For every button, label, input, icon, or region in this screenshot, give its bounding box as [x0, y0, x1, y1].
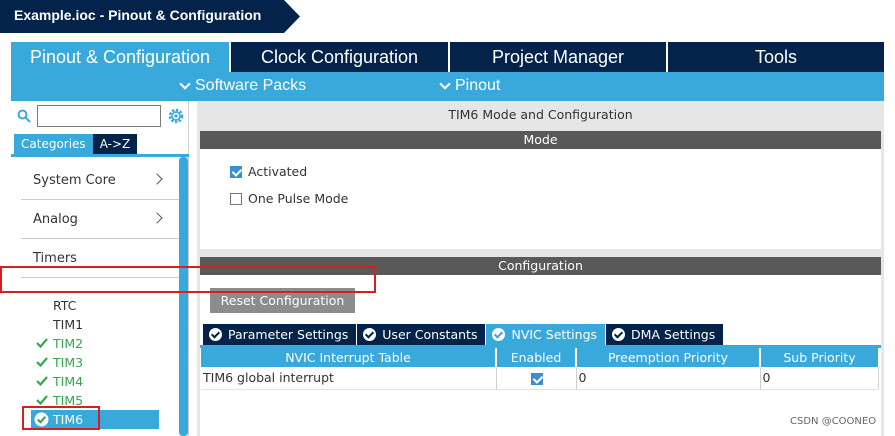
tab-label: DMA Settings [631, 327, 716, 342]
tab-tools[interactable]: Tools [668, 42, 884, 72]
timer-label: RTC [53, 298, 77, 313]
sub-priority-cell[interactable]: 0 [760, 367, 879, 390]
interrupt-name-cell: TIM6 global interrupt [201, 367, 497, 390]
tab-dma-settings[interactable]: DMA Settings [606, 324, 724, 345]
main-tabs: Pinout & Configuration Clock Configurati… [11, 42, 884, 72]
check-circle-icon [612, 328, 626, 341]
check-circle-icon [209, 328, 222, 341]
tab-label: User Constants [382, 327, 478, 342]
sidebar-scrollbar[interactable] [179, 157, 188, 436]
timer-item-tim1[interactable]: TIM1 [31, 315, 171, 334]
software-packs-label: Software Packs [195, 77, 307, 94]
preemption-priority-cell[interactable]: 0 [576, 367, 761, 390]
enabled-cell [496, 367, 577, 390]
window-title: Example.ioc - Pinout & Configuration [14, 7, 262, 23]
tab-label: Parameter Settings [228, 327, 349, 342]
table-header-row: NVIC Interrupt Table Enabled Preemption … [201, 348, 878, 367]
check-icon [36, 357, 48, 368]
check-circle-icon [363, 328, 377, 341]
table-row[interactable]: TIM6 global interrupt 0 0 [201, 367, 879, 390]
category-label: Timers [33, 251, 77, 266]
check-circle-icon [492, 328, 506, 341]
timer-item-tim3[interactable]: TIM3 [31, 353, 171, 372]
chevron-right-icon [151, 212, 163, 224]
selection-highlight-box [22, 406, 100, 430]
activated-checkbox-row[interactable]: Activated [230, 164, 307, 179]
interrupt-row-highlight-box [0, 266, 376, 293]
column-header-interrupt[interactable]: NVIC Interrupt Table [201, 348, 497, 367]
timer-label: TIM4 [53, 374, 84, 389]
check-icon [36, 338, 48, 349]
check-icon [36, 395, 48, 406]
pinout-menu[interactable]: Pinout [439, 77, 501, 95]
timer-label: TIM2 [53, 336, 84, 351]
pinout-label: Pinout [455, 77, 501, 94]
search-row [15, 105, 187, 129]
mode-panel: Mode Activated One Pulse Mode [200, 131, 881, 249]
watermark: CSDN @COONEO [790, 416, 877, 427]
check-icon [36, 376, 48, 387]
timer-item-tim2[interactable]: TIM2 [31, 334, 171, 353]
tab-label: NVIC Settings [511, 327, 598, 342]
configuration-tabs: Parameter Settings User Constants NVIC S… [203, 324, 724, 345]
title-chip: Example.ioc - Pinout & Configuration [0, 0, 300, 33]
tab-nvic-settings[interactable]: NVIC Settings [486, 324, 606, 345]
one-pulse-label: One Pulse Mode [248, 191, 349, 206]
search-input[interactable] [37, 105, 161, 127]
tab-categories[interactable]: Categories [14, 134, 93, 154]
timer-label: TIM1 [53, 317, 84, 332]
tab-parameter-settings[interactable]: Parameter Settings [203, 324, 357, 345]
sub-navigation: Software Packs Pinout [11, 72, 884, 101]
category-list: System Core Analog Timers [21, 161, 179, 278]
enabled-checkbox[interactable] [531, 372, 543, 385]
mode-header: Mode [200, 131, 881, 149]
gear-icon[interactable] [167, 107, 185, 125]
category-analog[interactable]: Analog [21, 200, 179, 239]
tab-a-to-z[interactable]: A->Z [92, 134, 138, 154]
tab-user-constants[interactable]: User Constants [357, 324, 486, 345]
title-bar: Example.ioc - Pinout & Configuration [0, 0, 895, 33]
sidebar-tab-underline [11, 154, 189, 157]
chevron-down-icon [179, 77, 191, 90]
chevron-down-icon [439, 77, 451, 90]
column-header-sub-priority[interactable]: Sub Priority [760, 348, 878, 367]
tab-pinout-configuration[interactable]: Pinout & Configuration [11, 42, 231, 72]
column-header-enabled[interactable]: Enabled [496, 348, 577, 367]
category-label: Analog [33, 212, 78, 227]
category-system-core[interactable]: System Core [21, 161, 179, 200]
tab-project-manager[interactable]: Project Manager [450, 42, 668, 72]
chevron-right-icon [151, 173, 163, 185]
activated-label: Activated [248, 164, 308, 179]
timer-item-rtc[interactable]: RTC [31, 296, 171, 315]
category-label: System Core [33, 173, 116, 188]
sidebar-tabs: Categories A->Z [14, 134, 138, 154]
nvic-interrupt-table: NVIC Interrupt Table Enabled Preemption … [201, 348, 879, 390]
activated-checkbox[interactable] [230, 165, 242, 178]
search-icon[interactable] [17, 109, 31, 123]
timer-item-tim4[interactable]: TIM4 [31, 372, 171, 391]
tab-clock-configuration[interactable]: Clock Configuration [231, 42, 450, 72]
sidebar-scroll-thumb[interactable] [179, 157, 188, 436]
one-pulse-checkbox-row[interactable]: One Pulse Mode [230, 191, 348, 206]
panel-title: TIM6 Mode and Configuration [448, 107, 633, 122]
one-pulse-checkbox[interactable] [230, 192, 242, 205]
column-header-preemption-priority[interactable]: Preemption Priority [576, 348, 761, 367]
timer-label: TIM3 [53, 355, 84, 370]
software-packs-menu[interactable]: Software Packs [179, 77, 307, 95]
